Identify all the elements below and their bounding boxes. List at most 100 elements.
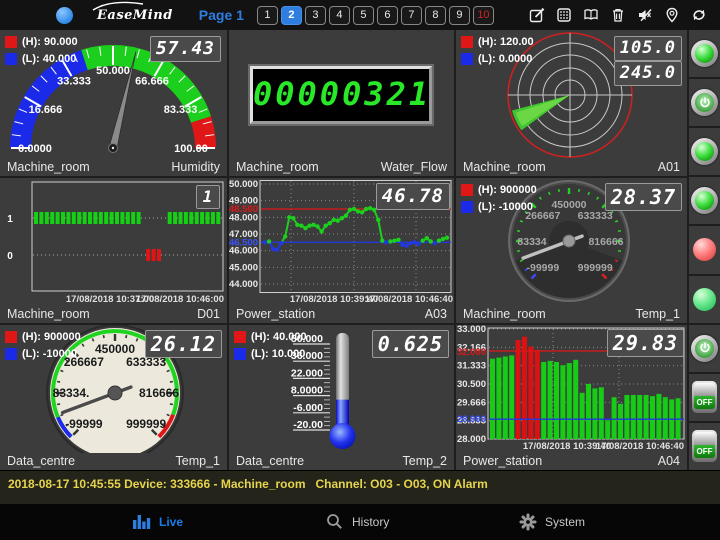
scada-app: EaseMind Page 1 12345678910 0.000016.666… (0, 0, 720, 540)
digital-display: 46.78 (376, 183, 450, 210)
svg-text:33.333: 33.333 (57, 75, 91, 87)
power-button[interactable] (691, 335, 718, 362)
indicator-lamp-button[interactable] (691, 187, 718, 214)
side-cell (689, 226, 720, 273)
page-button-3[interactable]: 3 (305, 6, 326, 25)
low-limit-swatch (5, 348, 17, 360)
low-limit-swatch (461, 201, 473, 213)
power-button[interactable] (691, 89, 718, 116)
panel-temp1-gauge-dark[interactable]: -999998333426666745000063333381666699999… (456, 178, 687, 323)
rocker-switch-off[interactable]: OFF (692, 381, 717, 413)
page-button-1[interactable]: 1 (257, 6, 278, 25)
device-label: Machine_room (7, 160, 90, 174)
red-lamp-button[interactable] (693, 238, 716, 261)
low-limit-swatch (461, 53, 473, 65)
side-cell (689, 128, 720, 175)
svg-text:-6.000: -6.000 (293, 402, 323, 414)
switch-rocker (694, 432, 715, 445)
svg-text:816666: 816666 (139, 386, 179, 400)
page-button-6[interactable]: 6 (377, 6, 398, 25)
high-limit-row: (H): 40.000 (234, 330, 307, 344)
low-limit-row: (L): 40.000 (5, 52, 78, 66)
keypad-icon[interactable] (556, 7, 572, 23)
nav-system[interactable]: System (519, 504, 585, 540)
book-icon[interactable] (583, 7, 599, 23)
nav-label: System (545, 515, 585, 529)
low-limit-label: (L): 10.000 (251, 348, 305, 360)
svg-text:17/08/2018 10:46:40: 17/08/2018 10:46:40 (365, 294, 453, 305)
app-menu-dot[interactable] (56, 7, 73, 24)
svg-text:29.666: 29.666 (457, 397, 486, 408)
nav-live[interactable]: Live (133, 504, 183, 540)
bottom-nav: Live History System (0, 504, 720, 540)
mute-icon[interactable] (637, 7, 653, 23)
page-button-7[interactable]: 7 (401, 6, 422, 25)
high-limit-swatch (5, 331, 17, 343)
page-button-9[interactable]: 9 (449, 6, 470, 25)
low-limit-row: (L): 0.0000 (461, 52, 534, 66)
panel-a03-trend[interactable]: 50.00049.00048.00047.00046.00045.00044.0… (229, 178, 454, 323)
alarm-status-bar[interactable]: 2018-08-17 10:45:55 Device: 333666 - Mac… (0, 470, 720, 504)
panel-humidity-gauge[interactable]: 0.000016.66633.33350.00066.66683.333100.… (0, 30, 227, 176)
device-label: Data_centre (236, 454, 304, 468)
panel-waterflow-lcd[interactable]: 00000321Machine_roomWater_Flow (229, 30, 454, 176)
logo: EaseMind (97, 8, 173, 23)
panel-d01-history[interactable]: 1017/08/2018 10:37:0017/08/2018 10:46:00… (0, 178, 227, 323)
svg-text:83334: 83334 (517, 236, 546, 248)
device-label: Power_station (463, 454, 542, 468)
switch-state-label: OFF (694, 396, 715, 409)
svg-text:999999: 999999 (126, 417, 166, 431)
svg-text:0.0000: 0.0000 (18, 143, 52, 155)
hl-legend: (H): 40.000 (L): 10.000 (234, 330, 307, 364)
green-lamp-button[interactable] (693, 288, 716, 311)
svg-text:66.666: 66.666 (135, 75, 169, 87)
panel-a01-radar[interactable]: 105.0245.0(H): 120.00(L): 0.0000Machine_… (456, 30, 687, 176)
page-button-8[interactable]: 8 (425, 6, 446, 25)
page-button-10[interactable]: 10 (473, 6, 494, 25)
svg-text:-20.00: -20.00 (293, 419, 323, 431)
sync-icon[interactable] (691, 7, 707, 23)
logo-swoosh-icon (89, 0, 145, 12)
svg-text:-99999: -99999 (65, 417, 103, 431)
hl-legend: (H): 90.000 (L): 40.000 (5, 35, 78, 69)
channel-label: A04 (658, 454, 680, 468)
switch-state-label: OFF (694, 445, 715, 458)
svg-text:16.666: 16.666 (29, 104, 63, 116)
indicator-lamp-button[interactable] (691, 40, 718, 67)
panel-temp1-gauge-light[interactable]: -9999983334.2666674500006333338166669999… (0, 325, 227, 470)
page-button-2[interactable]: 2 (281, 6, 302, 25)
svg-text:1: 1 (7, 214, 13, 225)
device-label: Data_centre (7, 454, 75, 468)
svg-text:999999: 999999 (578, 262, 613, 274)
trash-icon[interactable] (610, 7, 626, 23)
high-limit-label: (H): 90.000 (22, 36, 78, 48)
svg-text:45.000: 45.000 (229, 262, 258, 273)
panel-temp2-thermometer[interactable]: 50.00036.00022.0008.0000-6.000-20.000.62… (229, 325, 454, 470)
svg-text:100.00: 100.00 (174, 143, 208, 155)
high-limit-row: (H): 900000 (461, 183, 537, 197)
high-limit-swatch (461, 184, 473, 196)
svg-text:50.000: 50.000 (229, 179, 258, 190)
side-cell (689, 325, 720, 372)
digital-history-chart: 1017/08/2018 10:37:0017/08/2018 10:46:00 (0, 178, 227, 310)
bars-icon (133, 513, 151, 531)
panel-a04-bars[interactable]: 33.00032.16631.33330.50029.66628.83328.0… (456, 325, 687, 470)
svg-text:17/08/2018 10:46:00: 17/08/2018 10:46:00 (136, 294, 224, 305)
compose-icon[interactable] (529, 7, 545, 23)
digital-display: 245.0 (614, 61, 682, 86)
channel-label: Temp_2 (403, 454, 447, 468)
side-cell: OFF (689, 423, 720, 470)
indicator-lamp-button[interactable] (691, 138, 718, 165)
low-limit-row: (L): -10000 (461, 200, 537, 214)
svg-text:44.000: 44.000 (229, 279, 258, 290)
nav-history[interactable]: History (326, 504, 389, 540)
svg-text:0: 0 (7, 251, 13, 262)
location-icon[interactable] (664, 7, 680, 23)
low-limit-label: (L): -10000 (22, 348, 77, 360)
rocker-switch-off[interactable]: OFF (692, 430, 717, 462)
svg-text:633333: 633333 (578, 210, 613, 222)
page-button-4[interactable]: 4 (329, 6, 350, 25)
lcd-display: 00000321 (250, 66, 432, 124)
svg-text:17/08/2018 10:46:40: 17/08/2018 10:46:40 (596, 441, 684, 452)
page-button-5[interactable]: 5 (353, 6, 374, 25)
